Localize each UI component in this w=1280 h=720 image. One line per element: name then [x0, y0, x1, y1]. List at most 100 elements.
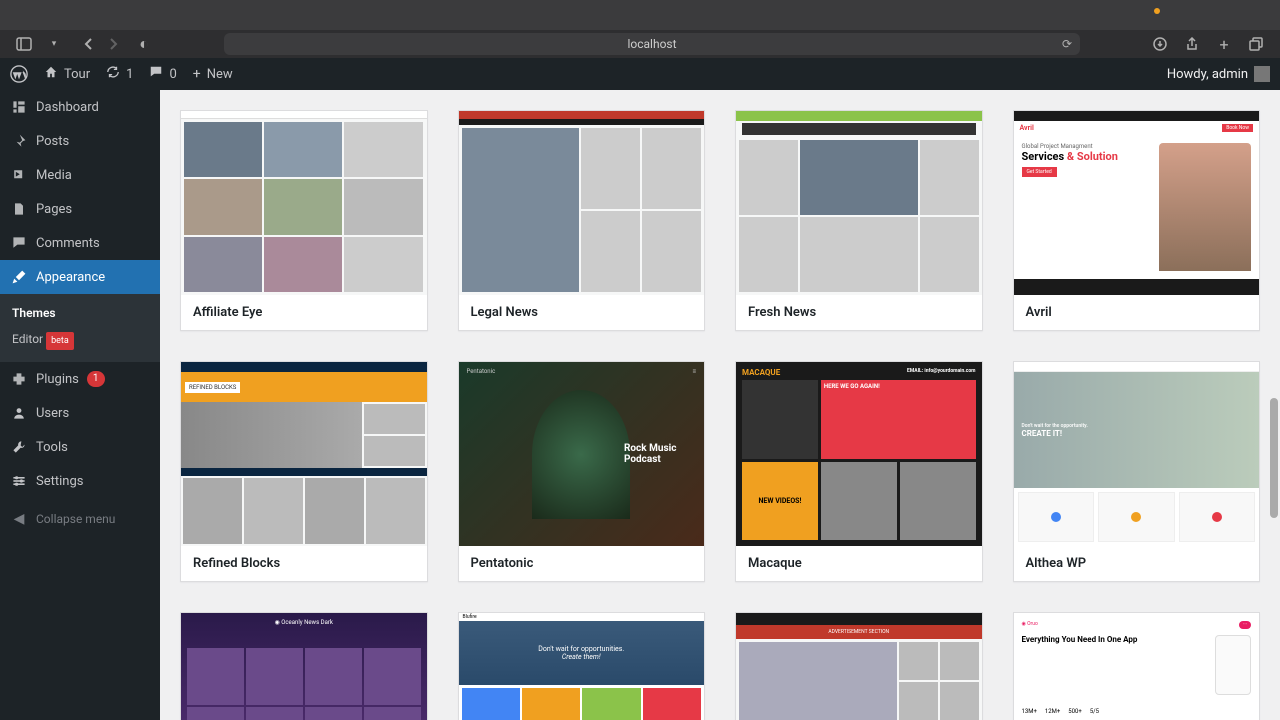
theme-name: Macaque [736, 546, 982, 581]
avril-btn: Get Started [1022, 167, 1057, 177]
comments-icon [10, 234, 28, 252]
menu-label: Collapse menu [36, 512, 115, 526]
theme-thumbnail: MACAQUEEMAIL: info@yourdomain.com HERE W… [736, 362, 982, 546]
menu-comments[interactable]: Comments [0, 226, 160, 260]
theme-card-legal-news[interactable]: Legal News [458, 110, 706, 331]
wp-admin-viewport: Tour 1 0 + New Howdy, admin Dashboard [0, 58, 1280, 720]
menu-label: Settings [36, 474, 83, 489]
theme-card-newscard[interactable]: ADVERTISEMENT SECTION [735, 612, 983, 720]
oruo-title: Everything You Need In One App [1022, 635, 1210, 644]
new-tab-icon[interactable]: + [1214, 34, 1234, 54]
avril-t2: & Solution [1064, 150, 1118, 163]
updates-link[interactable]: 1 [106, 65, 133, 83]
reload-icon[interactable]: ⟳ [1062, 37, 1072, 51]
theme-thumbnail: Pentatonic≡ Rock Music Podcast [459, 362, 705, 546]
stat: 12M+ [1045, 708, 1060, 715]
theme-card-oceanly[interactable]: ◉ Oceanly News Dark [180, 612, 428, 720]
menu-users[interactable]: Users [0, 396, 160, 430]
theme-card-althea-wp[interactable]: Don't wait for the opportunity.CREATE IT… [1013, 361, 1261, 582]
menu-label: Plugins [36, 372, 79, 387]
menu-tools[interactable]: Tools [0, 430, 160, 464]
theme-card-affiliate-eye[interactable]: Affiliate Eye [180, 110, 428, 331]
browser-toolbar: ▾ ◐ localhost ⟳ + [0, 30, 1280, 58]
back-button[interactable] [78, 34, 98, 54]
theme-name: Affiliate Eye [181, 295, 427, 330]
mac-videos: NEW VIDEOS! [742, 462, 818, 541]
dashboard-icon [10, 98, 28, 116]
url-bar[interactable]: localhost ⟳ [224, 33, 1080, 55]
menu-plugins[interactable]: Plugins 1 [0, 362, 160, 396]
comments-link[interactable]: 0 [149, 65, 176, 83]
theme-name: Legal News [459, 295, 705, 330]
menu-settings[interactable]: Settings [0, 464, 160, 498]
theme-thumbnail [736, 111, 982, 295]
menu-dashboard[interactable]: Dashboard [0, 90, 160, 124]
plus-icon: + [193, 66, 201, 82]
avril-t1: Services [1022, 150, 1065, 163]
submenu-editor[interactable]: Editor beta [0, 326, 160, 356]
share-icon[interactable] [1182, 34, 1202, 54]
stat: 13M+ [1022, 708, 1037, 715]
menu-posts[interactable]: Posts [0, 124, 160, 158]
menu-label: Posts [36, 134, 69, 149]
menu-label: Media [36, 168, 72, 183]
forward-button[interactable] [104, 34, 124, 54]
theme-name: Pentatonic [459, 546, 705, 581]
tabs-icon[interactable] [1246, 34, 1266, 54]
collapse-menu[interactable]: ◀ Collapse menu [0, 502, 160, 536]
scrollbar-thumb[interactable] [1270, 398, 1278, 518]
beta-badge: beta [46, 332, 74, 350]
theme-thumbnail [181, 111, 427, 295]
stat: 500+ [1068, 708, 1082, 715]
media-icon [10, 166, 28, 184]
sidebar-toggle-icon[interactable] [14, 34, 34, 54]
theme-name: Refined Blocks [181, 546, 427, 581]
updates-icon [106, 65, 120, 83]
my-account[interactable]: Howdy, admin [1167, 66, 1270, 82]
pages-icon [10, 200, 28, 218]
penta-title: Rock Music Podcast [624, 443, 684, 465]
theme-card-avril[interactable]: AvrilBook Now Global Project Managment S… [1013, 110, 1261, 331]
menu-appearance[interactable]: Appearance [0, 260, 160, 294]
theme-thumbnail: AvrilBook Now Global Project Managment S… [1014, 111, 1260, 295]
menu-label: Dashboard [36, 100, 99, 115]
theme-card-fresh-news[interactable]: Fresh News [735, 110, 983, 331]
site-link[interactable]: Tour [44, 65, 90, 83]
menu-media[interactable]: Media [0, 158, 160, 192]
menu-pages[interactable]: Pages [0, 192, 160, 226]
althea-title: CREATE IT! [1022, 429, 1088, 438]
menu-label: Tools [36, 440, 68, 455]
theme-card-oruo[interactable]: ◉ Oruo··· Everything You Need In One App… [1013, 612, 1261, 720]
download-icon[interactable] [1150, 34, 1170, 54]
menu-label: Appearance [36, 270, 105, 285]
users-icon [10, 404, 28, 422]
theme-thumbnail [459, 111, 705, 295]
menu-label: Comments [36, 236, 100, 251]
theme-card-blufire[interactable]: Blufire Don't wait for opportunities.Cre… [458, 612, 706, 720]
mac-hero: HERE WE GO AGAIN! [821, 380, 976, 459]
submenu-themes[interactable]: Themes [0, 300, 160, 326]
shield-icon[interactable]: ◐ [134, 34, 154, 54]
updates-count: 1 [126, 67, 133, 82]
avril-logo: Avril [1020, 124, 1034, 132]
theme-card-macaque[interactable]: MACAQUEEMAIL: info@yourdomain.com HERE W… [735, 361, 983, 582]
editor-label: Editor [12, 332, 43, 346]
wp-logo-icon[interactable] [10, 65, 28, 83]
refined-title: REFINED BLOCKS [185, 382, 240, 393]
plugins-badge: 1 [87, 371, 105, 387]
theme-thumbnail: ◉ Oruo··· Everything You Need In One App… [1014, 613, 1260, 720]
theme-card-refined-blocks[interactable]: REFINED BLOCKS Refined Blocks [180, 361, 428, 582]
brush-icon [10, 268, 28, 286]
comments-count: 0 [169, 67, 176, 82]
wp-adminbar: Tour 1 0 + New Howdy, admin [0, 58, 1280, 90]
settings-icon [10, 472, 28, 490]
theme-name: Althea WP [1014, 546, 1260, 581]
comment-icon [149, 65, 163, 83]
new-content-link[interactable]: + New [193, 66, 233, 82]
theme-card-pentatonic[interactable]: Pentatonic≡ Rock Music Podcast Pentatoni… [458, 361, 706, 582]
new-label: New [207, 67, 233, 82]
plugin-icon [10, 370, 28, 388]
chevron-down-icon[interactable]: ▾ [44, 34, 64, 54]
theme-browser: Affiliate Eye Legal News [160, 58, 1280, 720]
appearance-submenu: Themes Editor beta [0, 294, 160, 362]
